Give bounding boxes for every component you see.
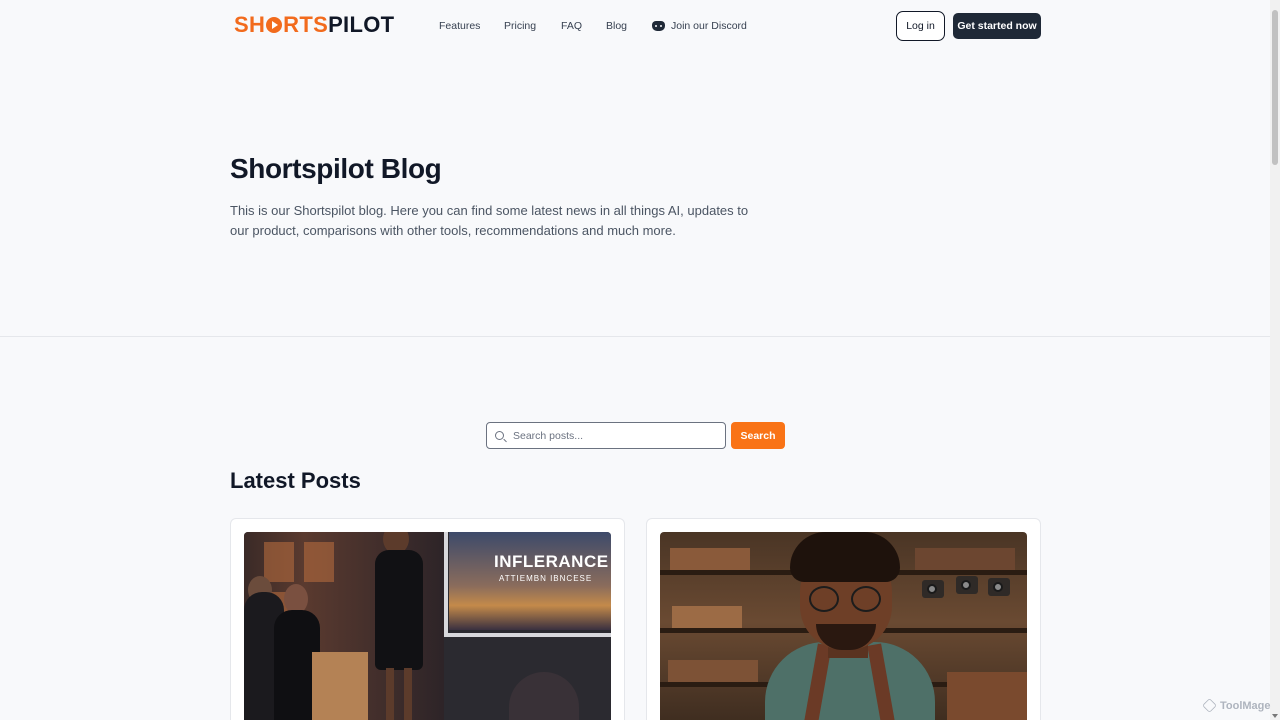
image-book-stack (947, 672, 1027, 720)
shortspilot-logo[interactable]: SH RTS PILOT (234, 13, 394, 37)
logo-text-prefix: SH (234, 12, 266, 37)
image-books (670, 548, 750, 570)
page-scrollbar[interactable] (1270, 0, 1280, 720)
image-screen-subtitle: ATTIEMBN IBNCESE (499, 574, 593, 583)
scroll-down-arrow-icon[interactable] (1272, 714, 1278, 718)
image-glasses-lens (809, 586, 839, 612)
latest-posts-heading: Latest Posts (230, 468, 361, 493)
page: SH RTS PILOT Features Pricing FAQ Blog J… (0, 0, 1280, 720)
logo-text-suffix: PILOT (328, 12, 395, 37)
play-icon (266, 17, 283, 33)
get-started-button[interactable]: Get started now (953, 13, 1041, 39)
image-camera-lens (993, 582, 1003, 592)
image-glasses-lens (851, 586, 881, 612)
watermark: ToolMage (1202, 698, 1271, 713)
image-books (668, 660, 758, 682)
nav-link-features[interactable]: Features (439, 19, 480, 33)
toolmage-logo-icon (1202, 698, 1217, 713)
image-speaker-leg (404, 668, 412, 720)
nav-link-blog[interactable]: Blog (606, 19, 627, 33)
image-man-hair (790, 532, 900, 582)
image-audience (509, 672, 579, 720)
image-camera-lens (927, 584, 937, 594)
search-input[interactable] (513, 429, 713, 442)
section-divider (0, 336, 1270, 337)
logo-text-middle: RTS (283, 12, 329, 37)
discord-icon (652, 21, 665, 31)
post-image-conference[interactable]: INFLERANCE ATTIEMBN IBNCESE (244, 532, 611, 720)
nav-link-discord[interactable]: Join our Discord (652, 19, 747, 33)
login-button[interactable]: Log in (896, 11, 945, 41)
image-window (304, 542, 334, 582)
image-books (915, 548, 1015, 570)
nav-link-faq[interactable]: FAQ (561, 19, 582, 33)
watermark-text: ToolMage (1220, 699, 1271, 712)
image-camera-lens (961, 580, 971, 590)
image-speaker-dress (375, 550, 423, 670)
top-navbar: SH RTS PILOT Features Pricing FAQ Blog J… (0, 0, 1270, 52)
scrollbar-thumb[interactable] (1272, 10, 1278, 165)
search-button[interactable]: Search (731, 422, 785, 449)
search-icon (495, 431, 504, 440)
page-title: Shortspilot Blog (230, 153, 442, 184)
nav-link-discord-label: Join our Discord (671, 20, 747, 32)
image-speaker-leg (386, 668, 394, 720)
post-card[interactable] (646, 518, 1041, 720)
image-screen-title: INFLERANCE (494, 552, 609, 571)
nav-link-pricing[interactable]: Pricing (504, 19, 536, 33)
image-podium (312, 652, 368, 720)
image-window (264, 542, 294, 582)
post-image-library[interactable] (660, 532, 1027, 720)
search-field[interactable] (486, 422, 726, 449)
page-description: This is our Shortspilot blog. Here you c… (230, 203, 749, 238)
post-card[interactable]: INFLERANCE ATTIEMBN IBNCESE (230, 518, 625, 720)
image-books (672, 606, 742, 628)
